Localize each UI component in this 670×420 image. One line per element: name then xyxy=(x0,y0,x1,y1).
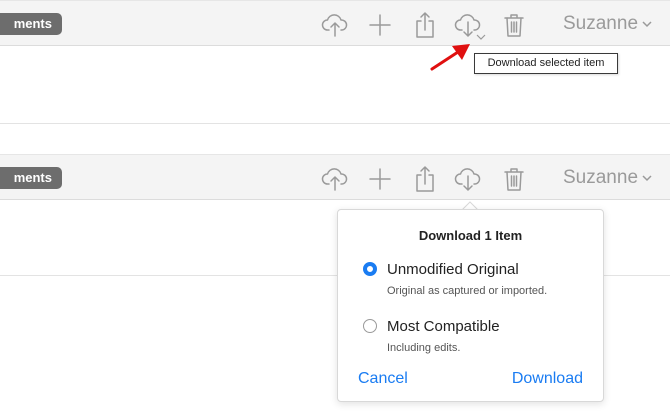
user-name: Suzanne xyxy=(563,13,639,34)
toolbar-bottom: ments Suzanne xyxy=(0,154,670,200)
option-label: Most Compatible xyxy=(387,318,500,335)
chevron-down-icon xyxy=(642,175,652,182)
user-menu[interactable]: Suzanne xyxy=(563,167,653,189)
upload-cloud-icon[interactable] xyxy=(320,10,350,40)
plus-icon[interactable] xyxy=(365,10,395,40)
download-cloud-icon[interactable] xyxy=(453,164,483,194)
divider xyxy=(0,123,670,124)
user-menu[interactable]: Suzanne xyxy=(563,13,653,35)
trash-icon[interactable] xyxy=(499,10,529,40)
annotation-arrow-icon xyxy=(430,44,470,71)
toolbar-top: ments Suzanne xyxy=(0,0,670,46)
share-icon[interactable] xyxy=(410,10,440,40)
upload-cloud-icon[interactable] xyxy=(320,164,350,194)
radio-unselected[interactable] xyxy=(363,319,377,333)
tooltip: Download selected item xyxy=(474,53,618,74)
albums-pill-button[interactable]: ments xyxy=(0,13,62,35)
option-description: Including edits. xyxy=(387,342,461,354)
radio-selected[interactable] xyxy=(363,262,377,276)
user-name: Suzanne xyxy=(563,167,639,188)
option-description: Original as captured or imported. xyxy=(387,285,548,297)
share-icon[interactable] xyxy=(410,164,440,194)
albums-pill-button[interactable]: ments xyxy=(0,167,62,189)
popover-title: Download 1 Item xyxy=(418,228,523,243)
cancel-button[interactable]: Cancel xyxy=(358,370,408,388)
option-label: Unmodified Original xyxy=(387,261,519,278)
trash-icon[interactable] xyxy=(499,164,529,194)
download-button[interactable]: Download xyxy=(512,370,583,388)
download-popover: Download 1 Item Unmodified Original Orig… xyxy=(337,209,604,402)
plus-icon[interactable] xyxy=(365,164,395,194)
chevron-down-icon xyxy=(642,21,652,28)
